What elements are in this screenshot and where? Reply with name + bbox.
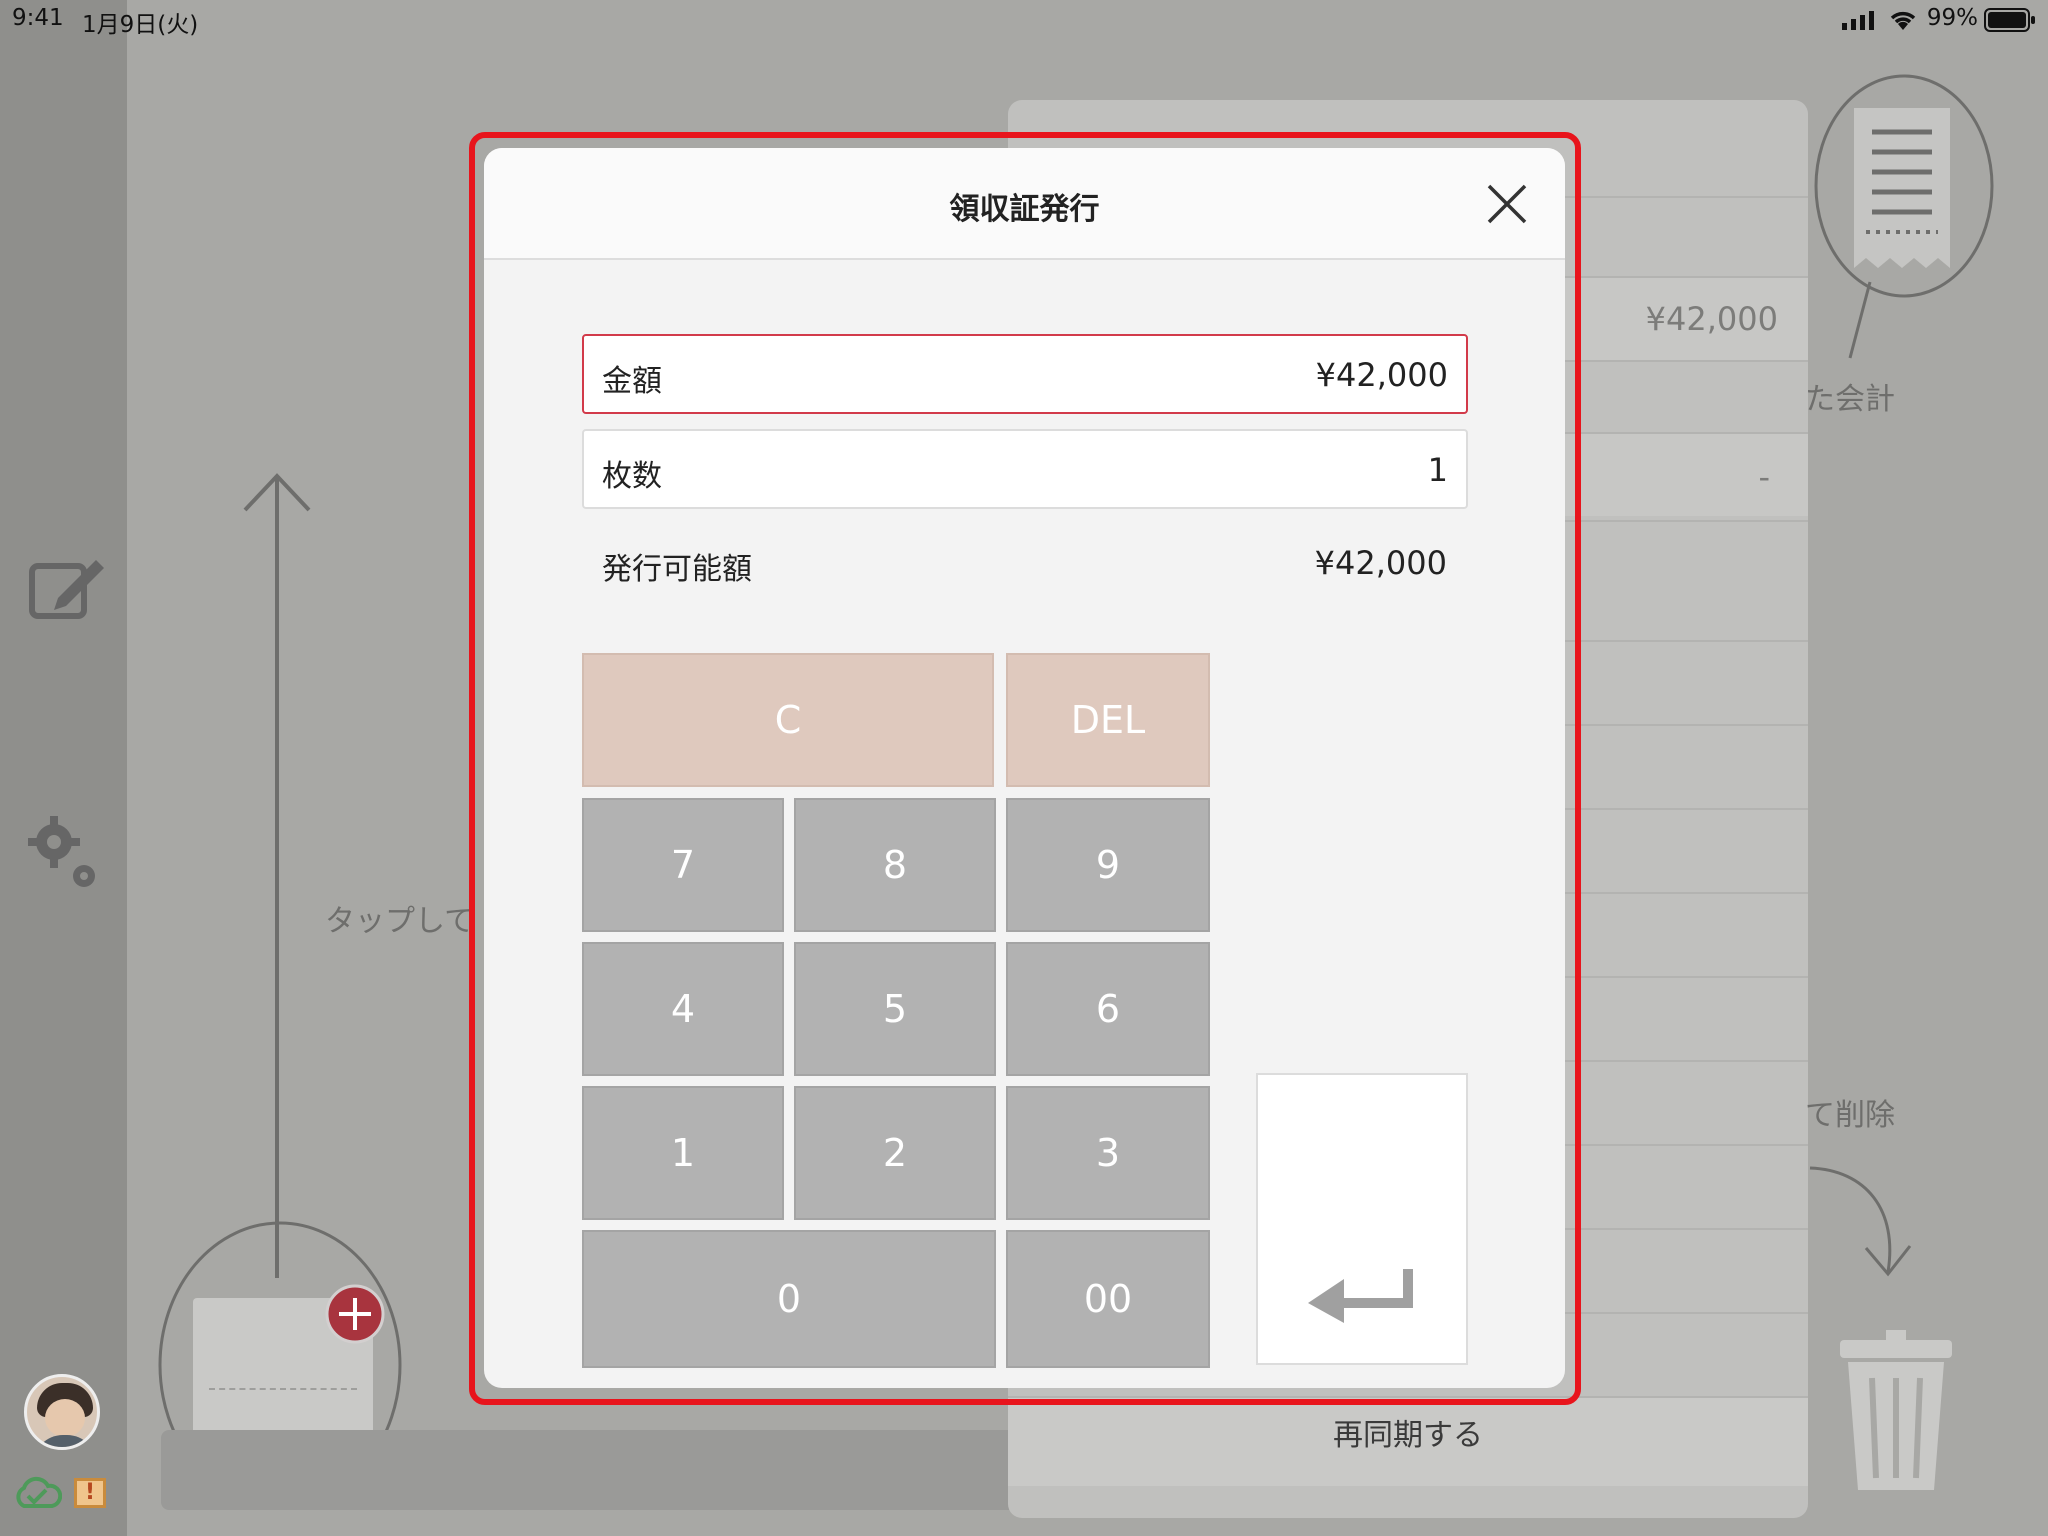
resync-button[interactable]: 再同期する — [1008, 1410, 1808, 1454]
key-7[interactable]: 7 — [582, 798, 784, 932]
dialog-header: 領収証発行 — [484, 148, 1565, 260]
delete-arrow — [1809, 1166, 1912, 1277]
avatar[interactable] — [24, 1374, 100, 1450]
receipt-pointer-line — [1848, 281, 1872, 359]
receipt-issue-dialog: 領収証発行 金額 ¥42,000 枚数 1 発行可能額 ¥42,000 C DE… — [484, 148, 1565, 1388]
amount-field[interactable]: 金額 ¥42,000 — [582, 334, 1468, 414]
receipt-icon — [1814, 74, 1994, 298]
status-time: 9:41 — [12, 5, 64, 31]
close-icon[interactable] — [1485, 182, 1529, 226]
dialog-title: 領収証発行 — [949, 192, 1100, 227]
key-1[interactable]: 1 — [582, 1086, 784, 1220]
available-amount-label: 発行可能額 — [602, 552, 752, 587]
settings-icon[interactable] — [26, 812, 100, 892]
status-date: 1月9日(火) — [82, 12, 199, 38]
cloud-sync-icon[interactable] — [12, 1474, 62, 1510]
add-icon[interactable] — [325, 1284, 385, 1344]
count-value: 1 — [1427, 451, 1448, 489]
delete-button[interactable]: DEL — [1006, 653, 1210, 787]
background-amount: ¥42,000 — [1645, 300, 1778, 338]
wifi-icon — [1890, 11, 1916, 30]
left-sidebar: ! — [0, 0, 127, 1536]
battery-percent: 99% — [1926, 5, 1978, 31]
key-8[interactable]: 8 — [794, 798, 996, 932]
bottom-bar — [161, 1430, 1021, 1510]
key-0[interactable]: 0 — [582, 1230, 996, 1368]
trash-icon[interactable] — [1836, 1328, 1956, 1492]
key-9[interactable]: 9 — [1006, 798, 1210, 932]
swipe-up-arrow — [243, 473, 311, 1278]
key-5[interactable]: 5 — [794, 942, 996, 1076]
count-field[interactable]: 枚数 1 — [582, 429, 1468, 509]
warning-icon[interactable]: ! — [74, 1478, 106, 1508]
key-4[interactable]: 4 — [582, 942, 784, 1076]
amount-label: 金額 — [602, 364, 662, 399]
battery-icon — [1984, 8, 2035, 32]
enter-button[interactable] — [1256, 1073, 1468, 1365]
available-amount-value: ¥42,000 — [1314, 544, 1447, 582]
status-bar: 9:41 1月9日(火) 99% — [0, 0, 2048, 40]
background-dash: - — [1758, 458, 1770, 496]
count-label: 枚数 — [602, 459, 662, 494]
hint-tap: タップして — [325, 904, 475, 939]
key-00[interactable]: 00 — [1006, 1230, 1210, 1368]
key-2[interactable]: 2 — [794, 1086, 996, 1220]
signal-icon — [1842, 11, 1874, 30]
clear-button[interactable]: C — [582, 653, 994, 787]
key-3[interactable]: 3 — [1006, 1086, 1210, 1220]
enter-icon — [1308, 1269, 1413, 1323]
key-6[interactable]: 6 — [1006, 942, 1210, 1076]
edit-icon[interactable] — [26, 556, 106, 624]
amount-value: ¥42,000 — [1315, 356, 1448, 394]
hint-delete: て削除 — [1805, 1098, 1895, 1133]
hint-sent-receipts: た会計 — [1805, 382, 1895, 417]
